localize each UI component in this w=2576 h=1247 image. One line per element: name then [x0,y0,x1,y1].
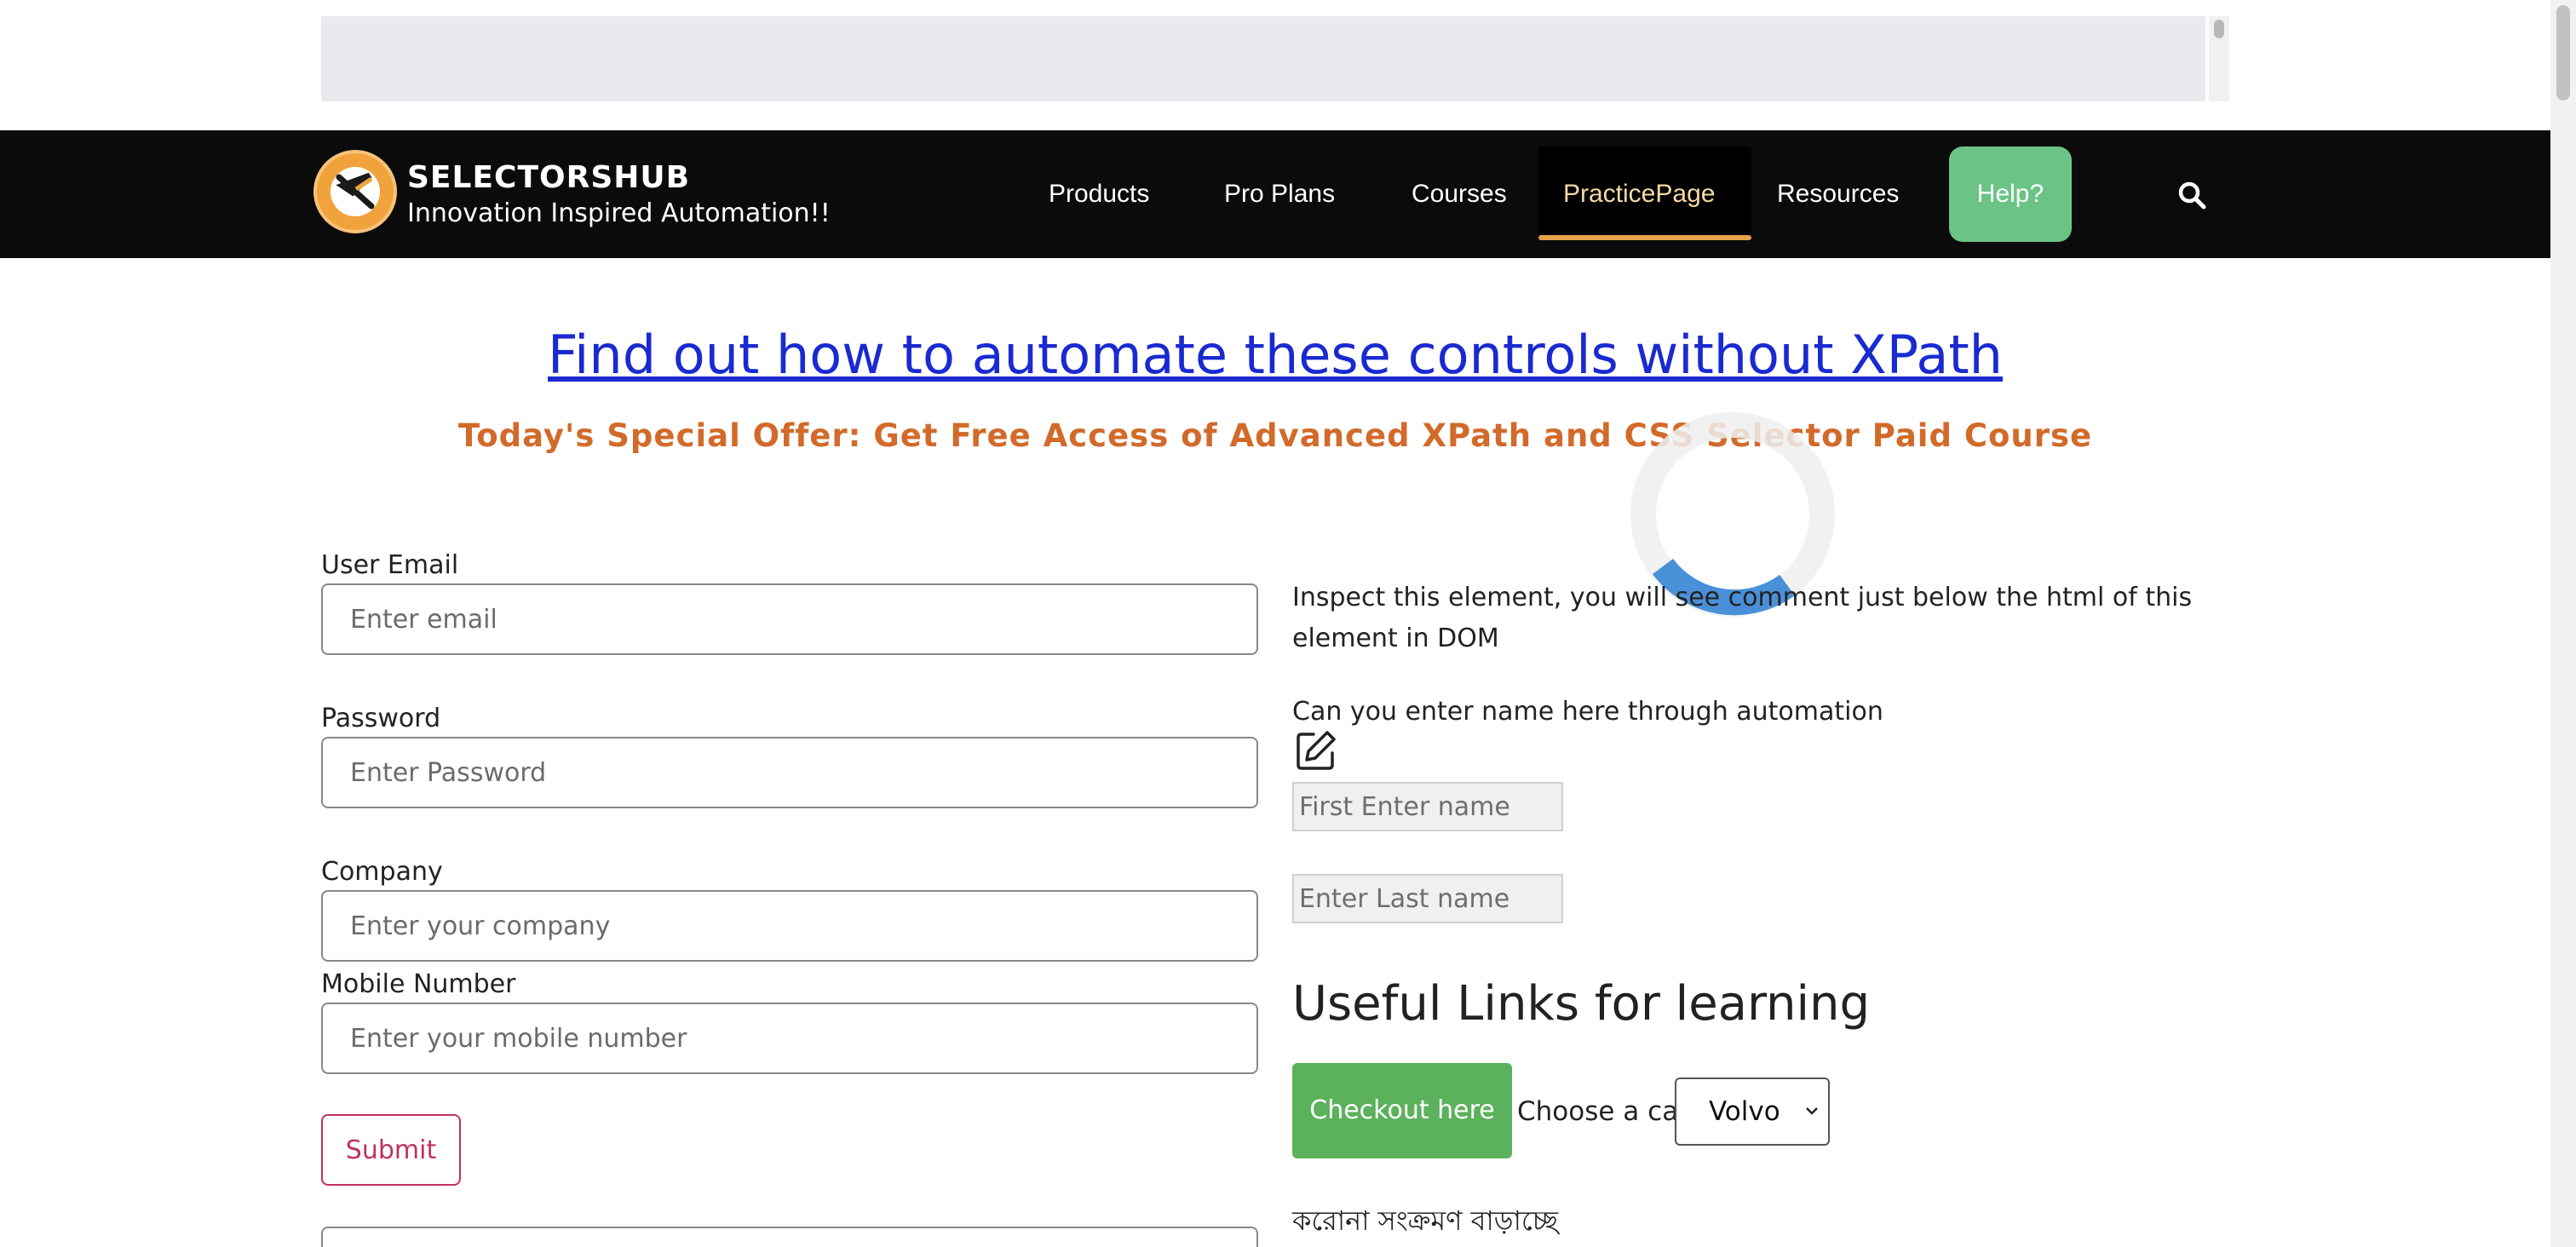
nav-item-resources[interactable]: Resources [1777,175,1899,213]
nav-item-courses[interactable]: Courses [1412,175,1507,213]
inspect-element-text: Inspect this element, you will see comme… [1292,583,2193,653]
company-label: Company [321,857,443,887]
nav-item-pro-plans[interactable]: Pro Plans [1224,175,1335,213]
car-select-dropdown[interactable]: Volvo [1675,1077,1830,1146]
ad-scrollbar[interactable] [2209,16,2229,101]
special-offer-text[interactable]: Today's Special Offer: Get Free Access o… [0,417,2550,454]
submit-button[interactable]: Submit [321,1114,461,1186]
nav-item-practice-page[interactable]: PracticePage [1563,175,1715,213]
company-input[interactable] [321,890,1258,962]
page-scrollbar[interactable] [2550,0,2576,1247]
mobile-number-input[interactable] [321,1003,1258,1074]
password-label: Password [321,704,441,733]
checkout-here-button[interactable]: Checkout here [1292,1063,1512,1158]
nav-active-underline [1538,235,1751,240]
ad-scrollbar-thumb[interactable] [2214,20,2224,38]
first-name-input[interactable] [1292,782,1563,831]
bengali-text: করোনা সংক্রমণ বাড়াচ্ছে [1292,1204,1559,1237]
password-input[interactable] [321,737,1258,808]
useful-links-heading: Useful Links for learning [1292,976,1871,1032]
logo-inner-circle [331,167,380,216]
enter-name-question: Can you enter name here through automati… [1292,697,1883,727]
page-scrollbar-thumb[interactable] [2556,5,2570,101]
brand-tagline: Innovation Inspired Automation!! [407,198,831,228]
automation-link-heading[interactable]: Find out how to automate these controls … [0,324,2550,386]
user-email-label: User Email [321,550,459,580]
search-icon[interactable] [2177,181,2206,210]
user-email-input[interactable] [321,583,1258,655]
last-name-input[interactable] [1292,874,1563,923]
logo-x-mark-icon [336,172,375,210]
mobile-number-label: Mobile Number [321,969,516,999]
selectorshub-logo[interactable] [313,150,397,233]
ad-banner-placeholder [321,16,2205,101]
nav-item-products[interactable]: Products [1049,175,1149,213]
brand-title[interactable]: SELECTORSHUB [407,160,690,195]
partial-input-field[interactable] [321,1227,1258,1247]
help-button[interactable]: Help? [1949,147,2072,242]
choose-car-label: Choose a car: [1517,1096,1698,1127]
edit-icon[interactable] [1295,729,1337,772]
